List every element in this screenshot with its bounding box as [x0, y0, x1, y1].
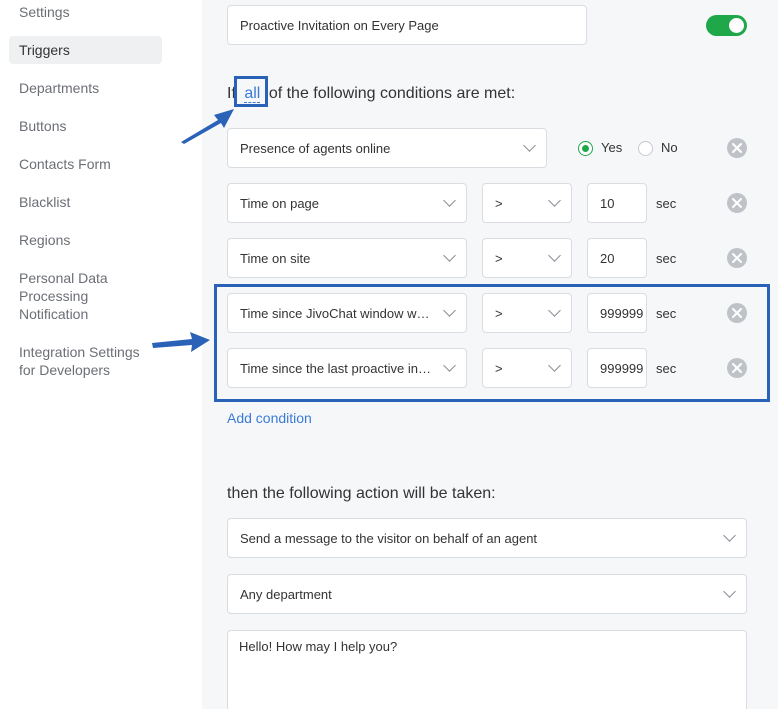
trigger-name-input[interactable]: Proactive Invitation on Every Page: [227, 5, 587, 45]
chevron-down-icon: [548, 249, 561, 262]
conditions-heading-suffix: of the following conditions are met:: [268, 85, 516, 102]
condition-value-input[interactable]: 10: [587, 183, 647, 223]
department-label: Any department: [240, 586, 332, 602]
condition-value: 20: [600, 250, 615, 266]
actions-heading: then the following action will be taken:: [227, 485, 496, 502]
condition-value: 10: [600, 195, 615, 211]
sidebar-item-settings[interactable]: Settings: [9, 3, 162, 21]
sidebar-item-departments[interactable]: Departments: [9, 79, 162, 97]
chevron-down-icon: [523, 139, 536, 152]
toggle-knob: [729, 18, 744, 33]
presence-no-label: No: [661, 140, 678, 155]
operator-select[interactable]: >: [482, 183, 572, 223]
presence-yes-label: Yes: [601, 140, 623, 155]
condition-type-label: Time on page: [240, 195, 320, 211]
chevron-down-icon: [548, 194, 561, 207]
operator-value: >: [495, 195, 503, 211]
presence-condition-select[interactable]: Presence of agents online: [227, 128, 547, 168]
remove-condition-button[interactable]: [727, 193, 747, 213]
conditions-heading: If all of the following conditions are m…: [227, 85, 515, 103]
presence-condition-label: Presence of agents online: [240, 140, 391, 156]
condition-value-input[interactable]: 20: [587, 238, 647, 278]
department-select[interactable]: Any department: [227, 574, 747, 614]
action-type-label: Send a message to the visitor on behalf …: [240, 530, 538, 546]
close-icon: [732, 198, 742, 208]
remove-condition-button[interactable]: [727, 138, 747, 158]
condition-type-select[interactable]: Time on page: [227, 183, 467, 223]
close-icon: [732, 253, 742, 263]
message-textarea[interactable]: Hello! How may I help you?: [227, 630, 747, 709]
condition-type-select[interactable]: Time on site: [227, 238, 467, 278]
condition-type-label: Time on site: [240, 250, 311, 266]
sidebar-item-integration-settings[interactable]: Integration Settings for Developers: [9, 343, 159, 379]
sidebar-item-personal-data[interactable]: Personal Data Processing Notification: [9, 269, 129, 323]
sidebar-item-regions[interactable]: Regions: [9, 231, 162, 249]
unit-label: sec: [656, 196, 677, 211]
sidebar-item-triggers[interactable]: Triggers: [9, 36, 162, 64]
chevron-down-icon: [443, 194, 456, 207]
trigger-enabled-toggle[interactable]: [706, 15, 747, 36]
presence-no-radio[interactable]: [638, 141, 653, 156]
annotation-arrow-icon: [152, 332, 210, 352]
remove-condition-button[interactable]: [727, 248, 747, 268]
sidebar-item-blacklist[interactable]: Blacklist: [9, 193, 162, 211]
trigger-name-value: Proactive Invitation on Every Page: [240, 17, 439, 33]
chevron-down-icon: [723, 529, 736, 542]
match-mode-highlight: [234, 76, 268, 107]
unit-label: sec: [656, 251, 677, 266]
close-icon: [732, 143, 742, 153]
sidebar-item-contacts-form[interactable]: Contacts Form: [9, 155, 162, 173]
conditions-highlight: [214, 284, 770, 402]
chevron-down-icon: [443, 249, 456, 262]
presence-yes-radio[interactable]: [578, 141, 593, 156]
operator-select[interactable]: >: [482, 238, 572, 278]
operator-value: >: [495, 250, 503, 266]
add-condition-link[interactable]: Add condition: [227, 410, 312, 426]
sidebar-item-buttons[interactable]: Buttons: [9, 117, 162, 135]
action-type-select[interactable]: Send a message to the visitor on behalf …: [227, 518, 747, 558]
annotation-arrow-icon: [181, 109, 234, 144]
chevron-down-icon: [723, 585, 736, 598]
